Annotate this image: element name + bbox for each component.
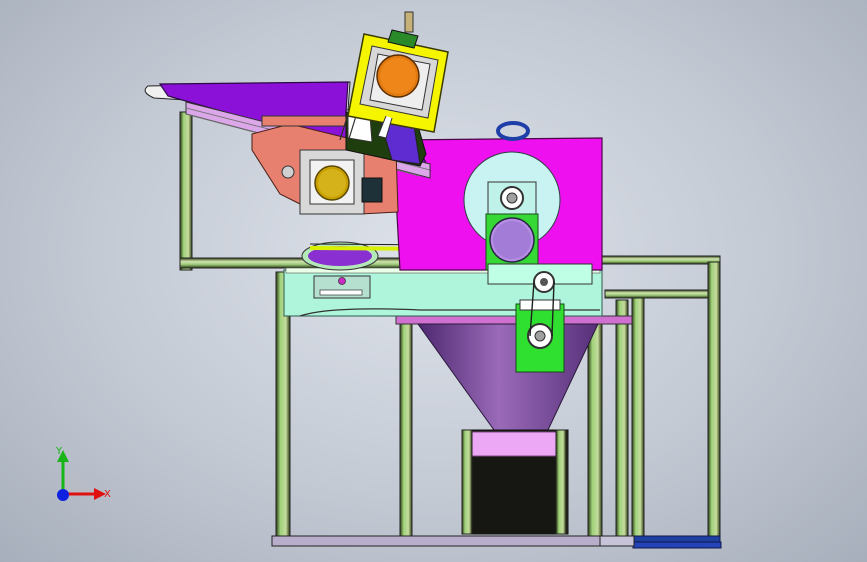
machine-model-3d-view[interactable] <box>0 0 867 562</box>
cad-viewport[interactable]: Y X <box>0 0 867 562</box>
collection-bin[interactable] <box>461 429 569 535</box>
x-axis-label: X <box>104 489 111 500</box>
y-axis-label: Y <box>55 446 63 457</box>
discharge-funnel[interactable] <box>417 323 599 431</box>
z-axis-dot <box>57 489 69 501</box>
magenta-housing[interactable] <box>393 121 603 285</box>
coordinate-axis-triad: Y X <box>55 446 111 501</box>
